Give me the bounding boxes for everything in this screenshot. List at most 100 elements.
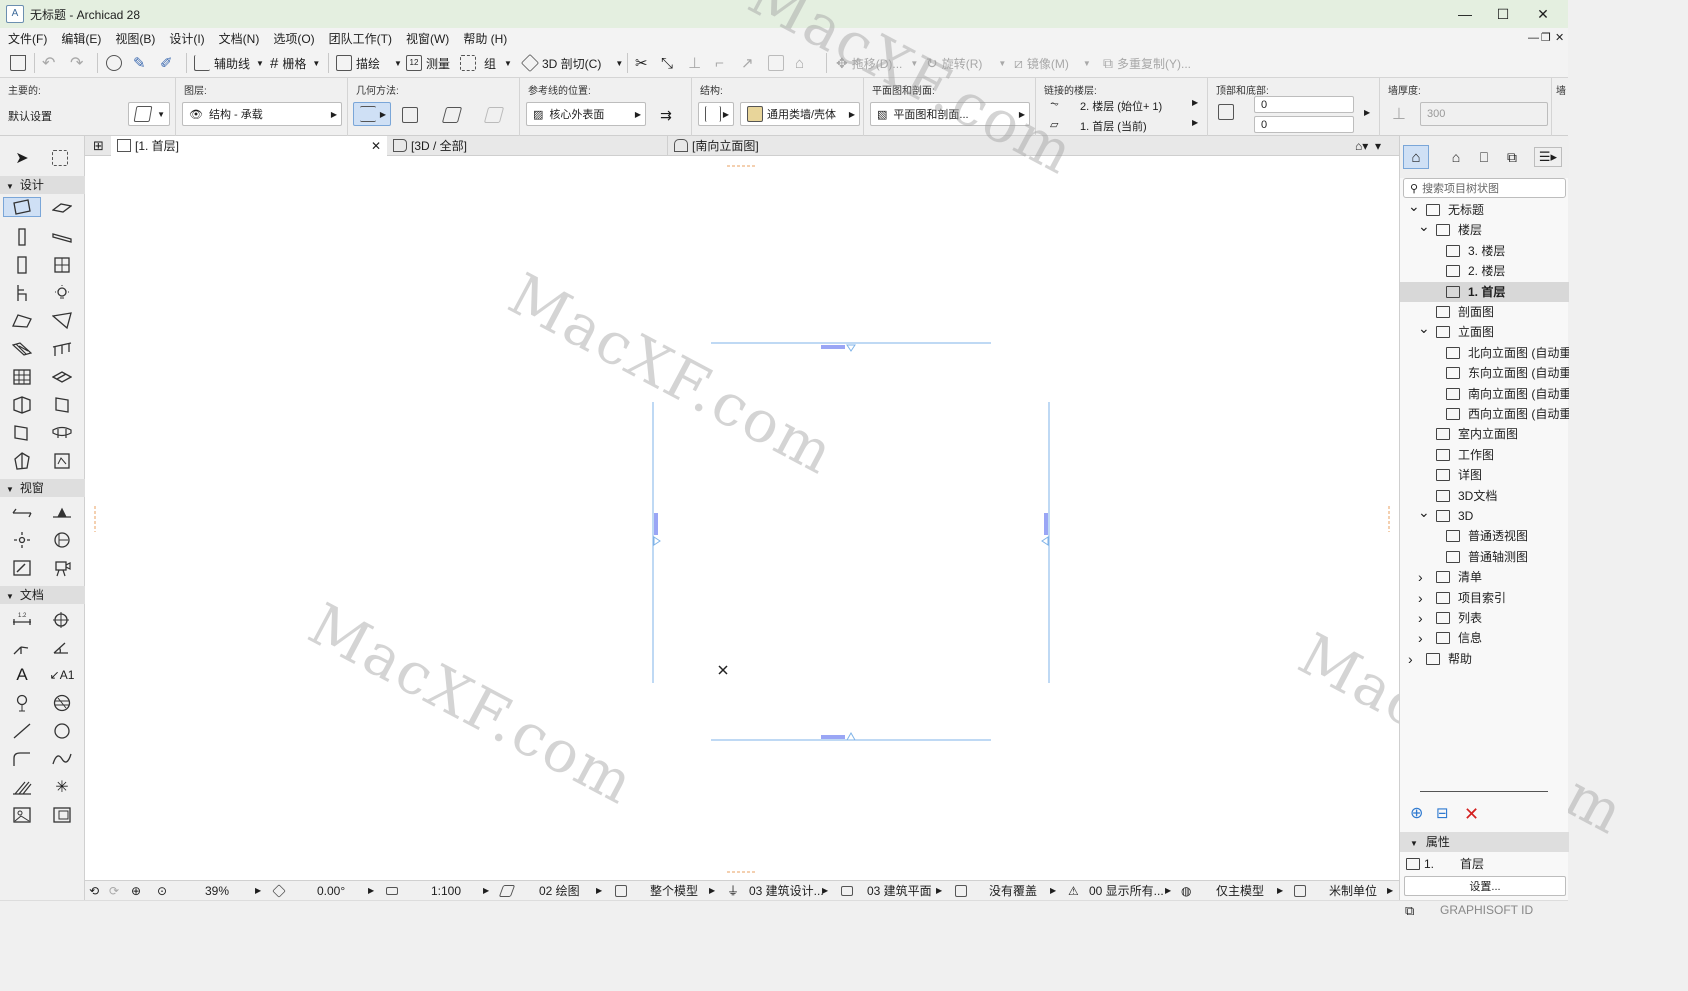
menu-view[interactable]: 视图(B) [107, 30, 161, 47]
chevron-right-icon[interactable]: › [1418, 608, 1423, 628]
model-view-value[interactable]: 整个模型 [650, 881, 698, 901]
delete-view-button[interactable]: ✕ [1464, 804, 1479, 824]
east-elevation-marker[interactable] [1044, 513, 1048, 535]
tree-item[interactable]: 普通轴测图 [1400, 547, 1569, 567]
model-view-arrow-icon[interactable]: ▶ [709, 881, 715, 901]
structural-function-value[interactable]: 仅主模型 [1216, 881, 1264, 901]
offset-button[interactable]: ↗ [741, 52, 754, 74]
door-tool[interactable] [10, 255, 34, 275]
syringe-button[interactable]: ✐ [160, 52, 173, 74]
shell-tool[interactable] [50, 311, 74, 331]
snap-button[interactable] [106, 52, 126, 74]
pen-set-value[interactable]: 03 建筑设计... [749, 881, 824, 901]
hotspot-tool[interactable]: ✳ [50, 777, 74, 797]
radial-dimension-tool[interactable] [50, 609, 74, 629]
layer-combination-arrow-icon[interactable]: ▶ [596, 881, 602, 901]
wall-favorite-dropdown[interactable]: ▼ [128, 102, 170, 126]
tree-item[interactable]: 北向立面图 (自动重建 [1400, 343, 1569, 363]
layout-book-button[interactable]: ⎕ [1472, 147, 1496, 167]
geometry-log-button[interactable] [483, 105, 508, 125]
scale-arrow-icon[interactable]: ▶ [483, 881, 489, 901]
pen-set-arrow-icon[interactable]: ▶ [822, 881, 828, 901]
polyline-tool[interactable] [10, 749, 34, 769]
chevron-right-icon[interactable]: › [1418, 628, 1423, 648]
tree-item[interactable]: 详图 [1400, 465, 1569, 485]
south-elevation-marker[interactable] [821, 735, 845, 739]
intersect-button[interactable]: ⊥ [688, 52, 701, 74]
line-tool[interactable] [10, 721, 34, 741]
tree-item[interactable]: 2. 楼层 [1400, 261, 1569, 281]
slab-tool[interactable] [50, 198, 74, 218]
menu-design[interactable]: 设计(I) [161, 30, 210, 47]
resize-button[interactable] [768, 52, 788, 74]
orientation-value[interactable]: 0.00° [317, 881, 345, 901]
detail-tool[interactable] [50, 530, 74, 550]
roof-button[interactable]: ⌂ [795, 52, 804, 74]
3d-cut-button[interactable]: 3D 剖切(C) ▼ [520, 52, 623, 74]
hotspot-fill-tool[interactable] [10, 777, 34, 797]
home-button[interactable] [10, 52, 30, 74]
linked-top-arrow-icon[interactable]: ▶ [1192, 98, 1198, 107]
model-view-options-arrow-icon[interactable]: ▶ [936, 881, 942, 901]
beam-tool[interactable] [50, 227, 74, 247]
tree-item[interactable]: › 帮助 [1400, 649, 1569, 669]
section-tool[interactable] [10, 502, 34, 522]
linked-top-story[interactable]: 2. 楼层 (始位+ 1) [1080, 98, 1162, 114]
tree-item[interactable]: 南向立面图 (自动重建 [1400, 384, 1569, 404]
lamp-tool[interactable] [50, 283, 74, 303]
angle-dimension-tool[interactable] [50, 637, 74, 657]
tab-south-elevation[interactable]: [南向立面图] [667, 136, 945, 156]
west-elevation-marker[interactable] [654, 513, 658, 535]
linked-bottom-arrow-icon[interactable]: ▶ [1192, 118, 1198, 127]
level-dimension-tool[interactable] [10, 637, 34, 657]
project-map-button[interactable]: ⌂ [1403, 145, 1429, 169]
tab-menu-button[interactable]: ⌂▾ ▾ [1355, 136, 1381, 156]
zoom-arrow-icon[interactable]: ▶ [255, 881, 261, 901]
zoom-value[interactable]: 39% [205, 881, 229, 901]
marquee-tool[interactable] [50, 148, 74, 168]
rotate-button[interactable]: ↻ 旋转(R) ▼ [926, 52, 1006, 74]
navigator-menu-button[interactable]: ☰▸ [1534, 147, 1562, 167]
flip-direction-button[interactable]: ⇉ [654, 105, 678, 125]
multiply-button[interactable]: ⧉ 多重复制(Y)... [1103, 52, 1191, 74]
tab-overview-button[interactable]: ⊞ [89, 136, 113, 156]
object-tool[interactable] [10, 283, 34, 303]
tree-item[interactable]: 东向立面图 (自动重建 [1400, 363, 1569, 383]
menu-file[interactable]: 文件(F) [0, 30, 53, 47]
figure-tool[interactable] [10, 805, 34, 825]
tree-item[interactable]: › 列表 [1400, 608, 1569, 628]
menu-options[interactable]: 选项(O) [265, 30, 320, 47]
tree-item[interactable]: › 项目索引 [1400, 588, 1569, 608]
drag-button[interactable]: ✥ 拖移(D)... ▼ [836, 52, 918, 74]
properties-section[interactable]: ▼ 属性 [1400, 832, 1569, 852]
mdi-close-icon[interactable]: ✕ [1555, 28, 1564, 48]
menu-help[interactable]: 帮助 (H) [455, 30, 513, 47]
tab-floor-plan[interactable]: [1. 首层] ✕ [111, 136, 387, 156]
dimension-units-value[interactable]: 米制单位 [1329, 881, 1377, 901]
stair-tool[interactable] [10, 339, 34, 359]
bottom-offset-input[interactable]: 0 [1254, 116, 1354, 133]
new-view-button[interactable]: ⊕ [1410, 804, 1423, 824]
tree-item[interactable]: ⌄ 立面图 [1400, 320, 1569, 342]
curtain-wall-tool[interactable] [10, 367, 34, 387]
chevron-right-icon[interactable]: › [1418, 567, 1423, 587]
section-viewport[interactable]: ▼ 视窗 [0, 479, 85, 497]
tree-item[interactable]: › 清单 [1400, 567, 1569, 587]
chevron-down-icon[interactable]: ⌄ [1418, 216, 1430, 236]
fill-tool[interactable] [50, 693, 74, 713]
model-view-options-value[interactable]: 03 建筑平面 [867, 881, 932, 901]
close-button[interactable]: ✕ [1520, 0, 1566, 28]
publisher-button[interactable]: ⧉ [1500, 147, 1524, 167]
adjust-button[interactable]: ⤡ [661, 52, 673, 74]
spline-tool[interactable] [50, 749, 74, 769]
graphisoft-id-icon[interactable]: ⧉ [1405, 903, 1414, 919]
geometry-trapezoid-button[interactable] [400, 105, 424, 125]
section-design[interactable]: ▼ 设计 [0, 176, 85, 194]
grid-button[interactable]: # 栅格 ▼ [270, 52, 320, 74]
zoom-in-icon[interactable]: ⊕ [131, 881, 141, 901]
label-tool[interactable]: ↙A1 [50, 665, 75, 685]
building-material-dropdown[interactable]: 通用类墙/壳体 ▶ [740, 102, 860, 126]
group-button[interactable]: 组 ▼ [460, 52, 512, 74]
geometry-polygon-button[interactable] [441, 105, 466, 125]
mesh-tool[interactable] [50, 367, 74, 387]
